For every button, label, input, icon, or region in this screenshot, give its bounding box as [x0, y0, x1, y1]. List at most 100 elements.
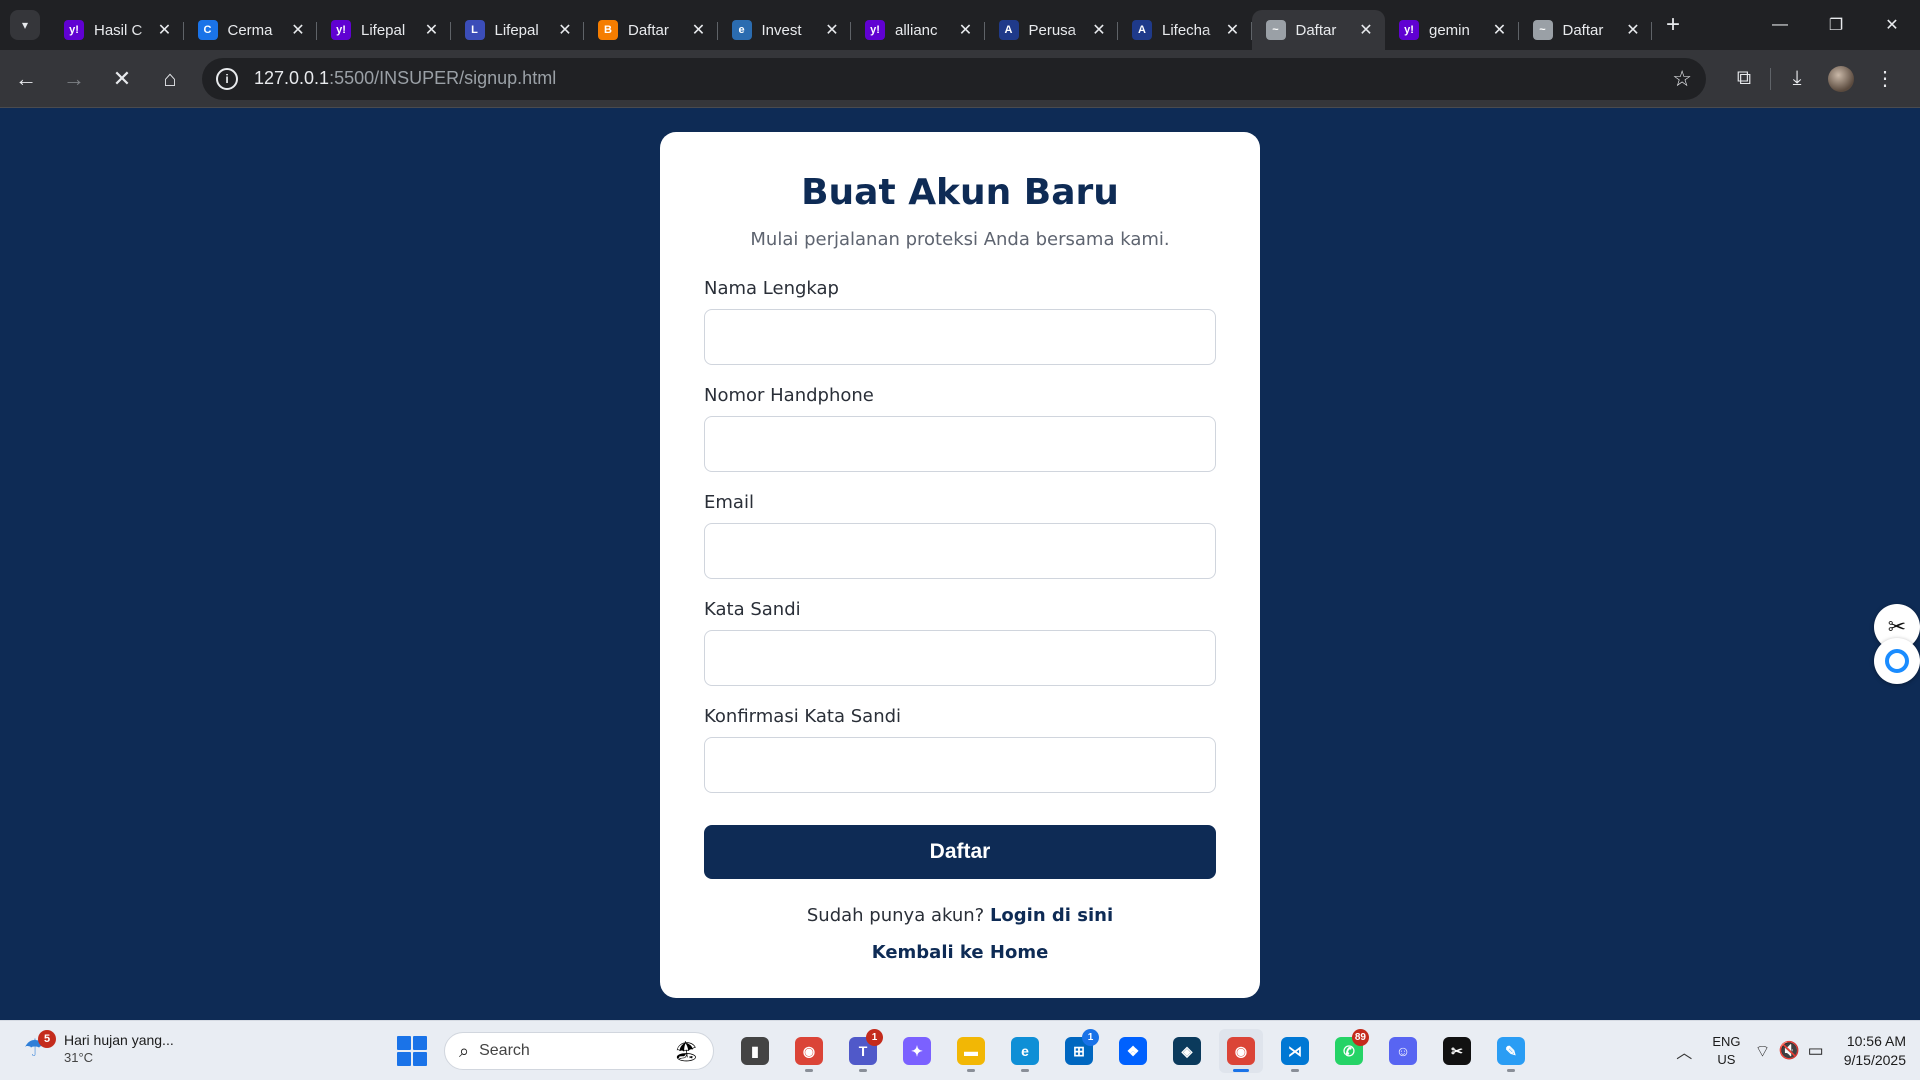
- tab-close-icon[interactable]: ✕: [156, 20, 174, 40]
- yahoo-icon: y!: [331, 20, 351, 40]
- back-home-link[interactable]: Kembali ke Home: [704, 942, 1216, 963]
- tab-close-icon[interactable]: ✕: [1491, 20, 1509, 40]
- restore-button[interactable]: ❐: [1808, 0, 1864, 50]
- taskbar-app[interactable]: ◉: [787, 1029, 831, 1073]
- chevron-up-icon[interactable]: ︿: [1676, 1039, 1692, 1063]
- browser-tab[interactable]: ~ Daftar ✕: [1519, 10, 1653, 50]
- clock[interactable]: 10:56 AM 9/15/2025: [1844, 1032, 1906, 1070]
- close-window-button[interactable]: ✕: [1864, 0, 1920, 50]
- browser-tab[interactable]: e Invest ✕: [718, 10, 852, 50]
- browser-tab[interactable]: y! Lifepal ✕: [317, 10, 451, 50]
- taskbar-app[interactable]: ✎: [1489, 1029, 1533, 1073]
- language-indicator[interactable]: ENG US: [1712, 1033, 1740, 1069]
- url-text[interactable]: 127.0.0.1:5500/INSUPER/signup.html: [254, 68, 556, 89]
- browser-tab[interactable]: ~ Daftar ✕: [1251, 10, 1385, 50]
- address-bar[interactable]: i 127.0.0.1:5500/INSUPER/signup.html ☆: [202, 57, 1706, 100]
- tab-close-icon[interactable]: ✕: [823, 20, 841, 40]
- running-indicator: [1021, 1069, 1029, 1072]
- taskbar-app[interactable]: ⋊: [1273, 1029, 1317, 1073]
- notification-badge: 89: [1351, 1029, 1369, 1046]
- taskbar-app[interactable]: ◉: [1219, 1029, 1263, 1073]
- home-button[interactable]: ⌂: [148, 57, 192, 101]
- phone-label: Nomor Handphone: [704, 385, 874, 406]
- name-field[interactable]: [704, 309, 1216, 365]
- tab-close-icon[interactable]: ✕: [1357, 20, 1375, 40]
- bookmark-star-icon[interactable]: ☆: [1672, 66, 1692, 92]
- wifi-icon[interactable]: ⌔: [1754, 1041, 1770, 1062]
- running-indicator: [805, 1069, 813, 1072]
- download-icon[interactable]: ⤓: [1775, 57, 1819, 101]
- taskbar-app[interactable]: e: [1003, 1029, 1047, 1073]
- login-link[interactable]: Login di sini: [990, 905, 1113, 926]
- forward-button[interactable]: →: [52, 57, 96, 101]
- tab-title: Daftar: [1562, 21, 1604, 39]
- browser-tab[interactable]: A Lifecha ✕: [1118, 10, 1252, 50]
- field-group-name: Nama Lengkap: [704, 278, 1216, 365]
- browser-tab[interactable]: A Perusa ✕: [985, 10, 1119, 50]
- minimize-button[interactable]: —: [1752, 0, 1808, 50]
- forward-arrow-icon: →: [63, 65, 85, 91]
- browser-tab[interactable]: y! allianc ✕: [851, 10, 985, 50]
- extensions-icon[interactable]: ⧉: [1722, 57, 1766, 101]
- start-button[interactable]: [390, 1029, 434, 1073]
- tab-title: Daftar: [628, 21, 669, 39]
- taskbar-app[interactable]: ✆ 89: [1327, 1029, 1371, 1073]
- field-group-email: Email: [704, 492, 1216, 579]
- taskbar-center: ⌕ Search 🏖 ▮ ◉ T 1 ✦ ▬ e ⊞ 1 ❖ ◈ ◉ ⋊ ✆ 89 ☺ ✂ ✎: [390, 1029, 1538, 1073]
- browser-tab[interactable]: y! gemin ✕: [1385, 10, 1519, 50]
- tab-close-icon[interactable]: ✕: [1224, 20, 1242, 40]
- tab-close-icon[interactable]: ✕: [1090, 20, 1108, 40]
- tab-close-icon[interactable]: ✕: [690, 20, 708, 40]
- browser-tab[interactable]: B Daftar ✕: [584, 10, 718, 50]
- tab-close-icon[interactable]: ✕: [556, 20, 574, 40]
- pinned-apps: ▮ ◉ T 1 ✦ ▬ e ⊞ 1 ❖ ◈ ◉ ⋊ ✆ 89 ☺ ✂ ✎: [728, 1029, 1538, 1073]
- tab-search-button[interactable]: ▾: [10, 10, 40, 40]
- battery-icon[interactable]: ▭: [1808, 1041, 1824, 1061]
- stop-loading-button[interactable]: ✕: [100, 57, 144, 101]
- browser-tab[interactable]: L Lifepal ✕: [451, 10, 585, 50]
- taskbar-app[interactable]: ▮: [733, 1029, 777, 1073]
- taskbar-app[interactable]: T1: [841, 1029, 885, 1073]
- taskbar-app[interactable]: ✂: [1435, 1029, 1479, 1073]
- tab-close-icon[interactable]: ✕: [423, 20, 441, 40]
- site-info-icon[interactable]: i: [216, 67, 238, 90]
- tab-title: gemin: [1429, 21, 1470, 39]
- tab-close-icon[interactable]: ✕: [289, 20, 307, 40]
- taskbar-app[interactable]: ◈: [1165, 1029, 1209, 1073]
- new-tab-button[interactable]: +: [1658, 10, 1688, 40]
- chat-widget[interactable]: [1874, 638, 1920, 684]
- signup-submit-button[interactable]: Daftar: [704, 825, 1216, 879]
- search-highlight-icon: 🏖: [673, 1040, 699, 1063]
- taskbar-app[interactable]: ▬: [949, 1029, 993, 1073]
- restore-icon: ❐: [1828, 17, 1844, 34]
- taskbar-search[interactable]: ⌕ Search 🏖: [444, 1032, 714, 1070]
- tab-title: Invest: [761, 21, 802, 39]
- notification-badge: 1: [1082, 1029, 1099, 1046]
- allianz-icon: A: [1132, 20, 1152, 40]
- tab-close-icon[interactable]: ✕: [957, 20, 975, 40]
- search-label: Search: [479, 1042, 530, 1059]
- taskbar-app[interactable]: ☺: [1381, 1029, 1425, 1073]
- edge-icon: e: [1011, 1037, 1039, 1065]
- confirm-password-field[interactable]: [704, 737, 1216, 793]
- phone-field[interactable]: [704, 416, 1216, 472]
- volume-muted-icon[interactable]: 🔇: [1778, 1041, 1799, 1061]
- taskbar-app[interactable]: ⊞ 1: [1057, 1029, 1101, 1073]
- system-tray: ︿ ENG US ⌔ 🔇 ▭ 10:56 AM 9/15/2025: [1676, 1029, 1906, 1073]
- windows-logo-icon: [397, 1036, 411, 1050]
- c-icon: C: [197, 20, 218, 40]
- browser-tab[interactable]: y! Hasil C ✕: [50, 10, 184, 50]
- taskbar-app[interactable]: ❖: [1111, 1029, 1155, 1073]
- liveserver-icon: ~: [1532, 20, 1553, 40]
- back-button[interactable]: ←: [4, 57, 48, 101]
- file-explorer-window-icon: ▮: [741, 1037, 769, 1065]
- weather-widget[interactable]: ☂ 5 Hari hujan yang... 31°C: [24, 1030, 174, 1067]
- profile-avatar-button[interactable]: [1819, 57, 1863, 101]
- browser-tab[interactable]: C Cerma ✕: [184, 10, 318, 50]
- email-field[interactable]: [704, 523, 1216, 579]
- password-field[interactable]: [704, 630, 1216, 686]
- tab-close-icon[interactable]: ✕: [1624, 20, 1642, 40]
- menu-kebab-icon[interactable]: ⋮: [1863, 57, 1907, 101]
- plus-icon: +: [1665, 11, 1680, 38]
- taskbar-app[interactable]: ✦: [895, 1029, 939, 1073]
